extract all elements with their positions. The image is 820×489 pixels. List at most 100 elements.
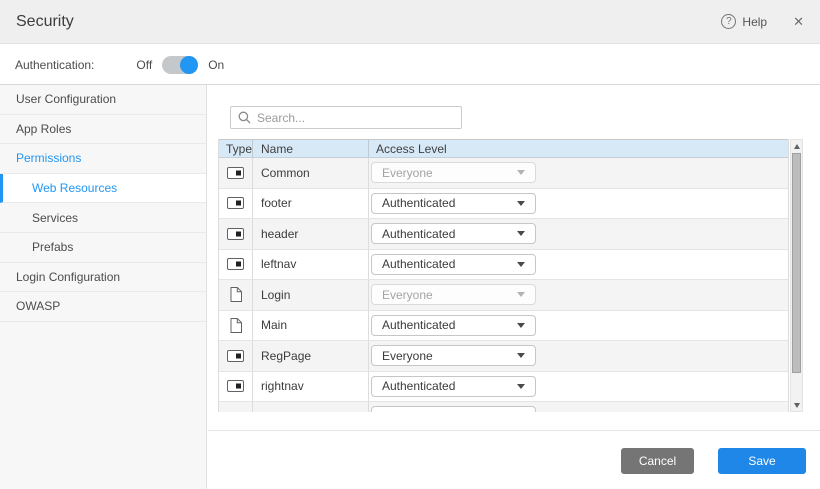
sidebar-item-web-resources[interactable]: Web Resources (0, 174, 206, 204)
resource-name: Login (253, 280, 369, 310)
access-level-dropdown[interactable]: Authenticated (371, 223, 536, 244)
access-cell: Everyone (369, 158, 788, 188)
resource-name: Main (253, 311, 369, 341)
page-icon (230, 287, 242, 302)
access-level-value: Everyone (382, 166, 517, 180)
chevron-down-icon (517, 292, 525, 297)
type-cell (219, 250, 253, 280)
access-level-value: Authenticated (382, 227, 517, 241)
access-level-dropdown[interactable]: Everyone (371, 345, 536, 366)
access-level-value: Authenticated (382, 257, 517, 271)
chevron-down-icon (517, 262, 525, 267)
cancel-button[interactable]: Cancel (621, 448, 694, 474)
table-row: Main Authenticated (219, 311, 788, 342)
help-icon: ? (721, 14, 736, 29)
main-content: Type Name Access Level CommonEveryonefoo… (208, 85, 820, 489)
title-bar: Security ? Help ✕ (0, 0, 820, 44)
type-cell (219, 341, 253, 371)
close-icon[interactable]: ✕ (793, 14, 804, 30)
sidebar-item-app-roles[interactable]: App Roles (0, 115, 206, 145)
type-cell (219, 219, 253, 249)
help-button[interactable]: ? Help (721, 14, 767, 29)
access-cell: Everyone (369, 341, 788, 371)
access-level-dropdown[interactable]: Authenticated (371, 193, 536, 214)
sidebar-item-user-configuration[interactable]: User Configuration (0, 85, 206, 115)
table-row: CommonEveryone (219, 158, 788, 189)
type-cell (219, 372, 253, 402)
access-level-dropdown[interactable]: Authenticated (371, 315, 536, 336)
table-row (219, 402, 788, 412)
resource-name (253, 402, 369, 412)
table-body: CommonEveryonefooterAuthenticatedheaderA… (219, 158, 788, 412)
resource-name: footer (253, 189, 369, 219)
access-cell (369, 402, 788, 412)
sidebar-item-prefabs[interactable]: Prefabs (0, 233, 206, 263)
access-level-dropdown (371, 406, 536, 412)
save-button[interactable]: Save (718, 448, 806, 474)
search-icon (238, 111, 251, 124)
resource-name: header (253, 219, 369, 249)
authentication-toggle[interactable] (162, 56, 198, 74)
sidebar-item-permissions[interactable]: Permissions (0, 144, 206, 174)
access-level-value: Authenticated (382, 379, 517, 393)
partial-page-icon (227, 258, 244, 270)
sidebar-item-services[interactable]: Services (0, 203, 206, 233)
partial-page-icon (227, 197, 244, 209)
access-level-value: Everyone (382, 349, 517, 363)
type-cell (219, 311, 253, 341)
type-cell (219, 158, 253, 188)
table-row: leftnav Authenticated (219, 250, 788, 281)
vertical-scrollbar[interactable] (790, 139, 803, 412)
page-title: Security (16, 13, 74, 31)
resources-table: Type Name Access Level CommonEveryonefoo… (218, 139, 789, 412)
access-cell: Authenticated (369, 311, 788, 341)
type-cell (219, 402, 253, 412)
access-cell: Authenticated (369, 372, 788, 402)
chevron-down-icon (517, 353, 525, 358)
type-cell (219, 280, 253, 310)
table-row: Login Everyone (219, 280, 788, 311)
sidebar: User Configuration App Roles Permissions… (0, 85, 207, 489)
chevron-down-icon (517, 201, 525, 206)
access-cell: Authenticated (369, 189, 788, 219)
security-dialog: Security ? Help ✕ Authentication: Off On… (0, 0, 820, 489)
scrollbar-down-arrow-icon[interactable] (791, 399, 802, 411)
resource-name: leftnav (253, 250, 369, 280)
access-level-dropdown[interactable]: Authenticated (371, 376, 536, 397)
column-header-name: Name (253, 140, 369, 157)
toggle-on-label: On (208, 58, 224, 72)
page-icon (230, 318, 242, 333)
footer-divider (208, 430, 820, 431)
toggle-knob (180, 56, 198, 74)
chevron-down-icon (517, 170, 525, 175)
partial-page-icon (227, 167, 244, 179)
chevron-down-icon (517, 231, 525, 236)
access-level-value: Authenticated (382, 318, 517, 332)
access-level-value: Everyone (382, 288, 517, 302)
scrollbar-up-arrow-icon[interactable] (791, 140, 802, 152)
partial-page-icon (227, 350, 244, 362)
access-cell: Everyone (369, 280, 788, 310)
access-level-dropdown[interactable]: Authenticated (371, 254, 536, 275)
chevron-down-icon (517, 384, 525, 389)
table-row: footerAuthenticated (219, 189, 788, 220)
access-level-dropdown: Everyone (371, 284, 536, 305)
access-cell: Authenticated (369, 250, 788, 280)
table-row: rightnavAuthenticated (219, 372, 788, 403)
table-header-row: Type Name Access Level (219, 139, 788, 158)
search-input[interactable] (257, 111, 454, 125)
table-row: RegPage Everyone (219, 341, 788, 372)
partial-page-icon (227, 228, 244, 240)
table-row: header Authenticated (219, 219, 788, 250)
column-header-access-level: Access Level (369, 140, 788, 157)
access-level-dropdown: Everyone (371, 162, 536, 183)
scrollbar-thumb[interactable] (792, 153, 801, 373)
sidebar-item-login-configuration[interactable]: Login Configuration (0, 263, 206, 293)
access-cell: Authenticated (369, 219, 788, 249)
partial-page-icon (227, 380, 244, 392)
chevron-down-icon (517, 323, 525, 328)
resource-name: RegPage (253, 341, 369, 371)
search-box (230, 106, 462, 129)
type-cell (219, 189, 253, 219)
sidebar-item-owasp[interactable]: OWASP (0, 292, 206, 322)
